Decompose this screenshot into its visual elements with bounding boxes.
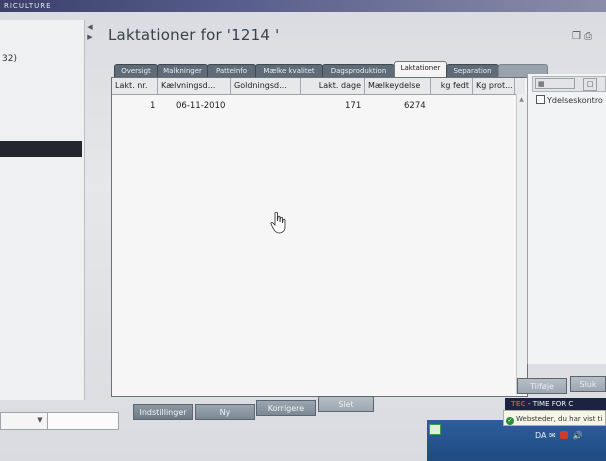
indstillinger-button[interactable]: Indstillinger — [133, 404, 193, 420]
column-header-lakt-nr[interactable]: Lakt. nr. — [112, 78, 158, 94]
app-brand-text: RICULTURE — [4, 2, 52, 10]
alert-icon[interactable] — [560, 431, 569, 439]
notification-balloon[interactable]: ✓ Websteder, du har vist ti — [503, 410, 606, 426]
system-tray: DA ✉ 🔊 — [535, 431, 583, 440]
taskbar — [427, 420, 606, 461]
window-icons: ❐ ⎙ — [572, 31, 592, 42]
tab-dagsproduktion[interactable]: Dagsproduktion — [322, 64, 395, 78]
tab-patteinfo[interactable]: Pattelnfo — [207, 64, 256, 78]
cell-lakt-dage: 171 — [345, 101, 362, 111]
mail-icon[interactable]: ✉ — [549, 431, 556, 440]
vertical-scrollbar[interactable]: ▲ — [516, 94, 527, 394]
tab-separation[interactable]: Separation — [446, 64, 499, 78]
column-header-goldningsdato[interactable]: Goldningsd... — [231, 78, 301, 94]
column-header-kg-fedt[interactable]: kg fedt — [431, 78, 473, 94]
language-indicator[interactable]: DA — [535, 431, 547, 440]
slet-button[interactable]: Slet — [318, 396, 374, 412]
tab-malkninger[interactable]: Malkninger — [157, 64, 208, 78]
column-header-kaelvningsdato[interactable]: Kælvningsd... — [158, 78, 231, 94]
app-top-bar: RICULTURE — [0, 0, 606, 12]
window-restore-icon[interactable]: ❐ — [572, 31, 581, 42]
panel-splitter[interactable]: ◀ ▶ — [86, 22, 94, 62]
network-icon[interactable] — [429, 424, 441, 435]
cell-maelkeydelse: 6274 — [404, 101, 426, 111]
right-panel-toggle[interactable]: □ — [583, 78, 597, 91]
screen: RICULTURE 32) ◀ ▶ Laktationer for '1214 … — [0, 0, 606, 461]
bottom-left-dropdown[interactable]: ▼ — [0, 412, 48, 430]
laktationer-table[interactable]: Lakt. nr. Kælvningsd... Goldningsd... La… — [111, 77, 528, 397]
right-panel-toolbar: ▦ □ — [532, 76, 606, 92]
left-panel-selected-row[interactable] — [0, 141, 82, 157]
tec-banner: TEC - TIME FOR C — [505, 398, 606, 410]
tab-laktationer[interactable]: Laktationer — [394, 61, 447, 78]
page-title: Laktationer for '1214 ' — [108, 26, 280, 44]
tab-maelke-kvalitet[interactable]: Mælke kvalitet — [255, 64, 323, 78]
column-header-kg-prot[interactable]: Kg prot... — [473, 78, 515, 94]
tilfoeje-button[interactable]: Tilføje — [517, 378, 567, 394]
print-icon[interactable]: ⎙ — [584, 31, 592, 42]
cell-kaelvningsdato: 06-11-2010 — [176, 101, 226, 111]
tab-oversigt[interactable]: Oversigt — [114, 64, 158, 78]
cell-lakt-nr: 1 — [150, 101, 156, 111]
ydelseskontrol-label: Ydelseskontro — [547, 96, 603, 105]
chevron-down-icon[interactable]: ▼ — [35, 415, 45, 425]
column-header-lakt-dage[interactable]: Lakt. dage — [301, 78, 365, 94]
volume-icon[interactable]: 🔊 — [573, 431, 583, 440]
ydelseskontrol-checkbox[interactable]: Ydelseskontro — [536, 95, 603, 105]
collapse-left-icon[interactable]: ◀ — [86, 22, 94, 32]
list-icon: ▦ — [538, 80, 545, 88]
left-panel: 32) — [0, 20, 85, 400]
left-panel-number: 32) — [2, 54, 17, 64]
right-panel-selector[interactable]: ▦ — [535, 78, 575, 89]
check-icon: ✓ — [506, 417, 514, 425]
checkbox-box[interactable] — [536, 95, 545, 104]
notification-text: Websteder, du har vist ti — [516, 415, 603, 423]
hand-cursor-icon — [270, 212, 286, 234]
korrigere-button[interactable]: Korrigere — [256, 400, 316, 416]
panel-icon: □ — [586, 80, 594, 88]
right-panel: ▦ □ Ydelseskontro — [527, 74, 606, 364]
right-partial-button[interactable]: Sluk — [570, 376, 606, 392]
table-header: Lakt. nr. Kælvningsd... Goldningsd... La… — [112, 78, 525, 95]
expand-right-icon[interactable]: ▶ — [86, 32, 94, 42]
ny-button[interactable]: Ny — [195, 404, 255, 420]
tec-slogan: - TIME FOR C — [527, 400, 574, 408]
column-header-maelkeydelse[interactable]: Mælkeydelse — [365, 78, 431, 94]
scroll-up-icon[interactable]: ▲ — [518, 96, 525, 103]
bottom-left-field[interactable] — [47, 412, 119, 430]
tec-brand: TEC — [511, 400, 526, 408]
